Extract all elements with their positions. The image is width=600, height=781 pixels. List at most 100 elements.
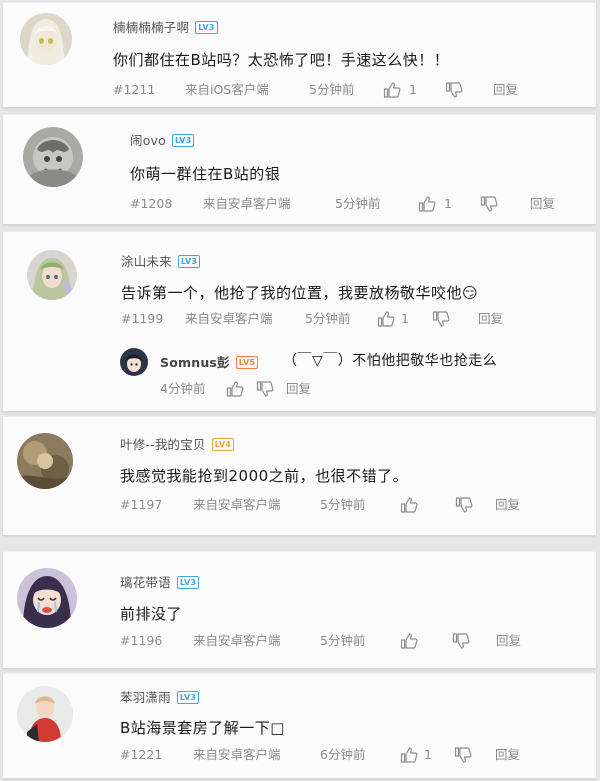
reply-button[interactable]: 回复 [495,746,520,764]
username-text[interactable]: 楠楠楠楠子啊 [113,20,189,35]
comment-card: 叶修--我的宝贝 LV4 我感觉我能抢到2000之前，也很不错了。 #1197 来… [3,416,596,536]
username[interactable]: 苯羽潇雨 LV3 [120,687,200,706]
reply-button[interactable]: 回复 [478,310,503,328]
comment-text: 你们都住在B站吗？太恐怖了吧！手速这么快！！ [113,51,450,69]
comment-meta: #1196 来自安卓客户端 5分钟前 回复 [120,632,580,650]
reply-button[interactable]: 回复 [530,195,555,213]
level-badge: LV3 [172,134,195,147]
floor-number: #1208 [130,196,173,211]
like-count: 1 [444,196,452,211]
user-avatar[interactable] [120,348,148,376]
crying-anime-avatar [17,568,77,628]
dark-hair-avatar [120,348,148,376]
username-text[interactable]: 闹ovo [130,133,166,148]
thumb-up-icon[interactable] [400,497,418,513]
user-avatar[interactable] [23,127,83,187]
reply-text: （￣▽￣）不怕他把敬华也抢走么 [283,353,498,369]
comment-card: 楠楠楠楠子啊 LV3 你们都住在B站吗？太恐怖了吧！手速这么快！！ #1211 来… [3,2,596,108]
comment-card: 涂山未来 LV3 告诉第一个，他抢了我的位置，我要放杨敬华咬他😏 #1199 来自… [3,231,596,412]
anime-green-avatar [27,250,77,300]
level-badge: LV3 [176,691,200,704]
thumb-down-icon[interactable] [480,196,498,212]
comment-card: 璃花带语 LV3 前排没了 #1196 来自安卓客户端 5分钟前 回复 [3,551,596,669]
floor-number: #1196 [120,633,163,648]
user-avatar[interactable] [20,13,72,65]
reply-button[interactable]: 回复 [495,496,520,514]
floor-number: #1221 [120,747,163,762]
reply-meta: 4分钟前 回复 [160,380,460,398]
client-source: 来自安卓客户端 [193,747,281,762]
thumb-down-icon[interactable] [256,381,274,397]
comment-meta: #1197 来自安卓客户端 5分钟前 回复 [120,496,580,514]
floor-number: #1199 [121,311,164,326]
thumb-up-icon[interactable] [400,747,418,763]
username-text[interactable]: 苯羽潇雨 [120,690,171,705]
thumb-down-icon[interactable] [452,633,470,649]
username-text[interactable]: 涂山未来 [121,254,172,269]
user-avatar[interactable] [17,433,73,489]
username[interactable]: 涂山未来 LV3 [121,251,201,270]
thumb-down-icon[interactable] [454,747,472,763]
reply-username[interactable]: Somnus彭 LV5 [160,352,259,371]
comment-meta: #1208 来自安卓客户端 5分钟前 1 回复 [130,195,590,213]
client-source: 来自安卓客户端 [185,311,273,326]
anime-girl-white-hair-avatar [20,13,72,65]
like-count: 1 [424,747,432,762]
reply-button[interactable]: 回复 [493,81,518,99]
thumb-up-icon[interactable] [377,311,395,327]
client-source: 来自安卓客户端 [203,196,291,211]
comment-meta: #1221 来自安卓客户端 6分钟前 1 回复 [120,746,580,764]
brown-blur-avatar [17,433,73,489]
username[interactable]: 叶修--我的宝贝 LV4 [120,434,234,453]
username[interactable]: 楠楠楠楠子啊 LV3 [113,17,218,36]
red-shirt-boy-avatar [17,686,73,742]
post-time: 5分钟前 [309,82,355,97]
comment-text: 你萌一群住在B站的银 [130,165,281,183]
reply-button[interactable]: 回复 [286,380,311,398]
grey-sketch-avatar [23,127,83,187]
level-badge: LV3 [195,21,218,34]
username[interactable]: 闹ovo LV3 [130,130,195,149]
thumb-down-icon[interactable] [432,311,450,327]
username[interactable]: 璃花带语 LV3 [120,572,200,591]
comment-card: 苯羽潇雨 LV3 B站海景套房了解一下□ #1221 来自安卓客户端 6分钟前 1… [3,673,596,779]
comment-meta: #1199 来自安卓客户端 5分钟前 1 回复 [121,310,581,328]
thumb-up-icon[interactable] [383,82,401,98]
post-time: 4分钟前 [160,381,206,396]
username-text[interactable]: 叶修--我的宝贝 [120,437,206,452]
level-badge: LV5 [235,356,259,369]
thumb-up-icon[interactable] [418,196,436,212]
client-source: 来自安卓客户端 [193,497,281,512]
user-avatar[interactable] [17,568,77,628]
thumb-down-icon[interactable] [445,82,463,98]
comment-text: 前排没了 [120,605,183,623]
user-avatar[interactable] [27,250,77,300]
post-time: 5分钟前 [335,196,381,211]
floor-number: #1197 [120,497,163,512]
comment-card: 闹ovo LV3 你萌一群住在B站的银 #1208 来自安卓客户端 5分钟前 1 … [3,114,596,225]
like-count: 1 [409,82,417,97]
comment-text: 告诉第一个，他抢了我的位置，我要放杨敬华咬他😏 [121,284,479,302]
user-avatar[interactable] [17,686,73,742]
comment-meta: #1211 来自iOS客户端 5分钟前 1 回复 [113,81,593,99]
post-time: 5分钟前 [320,633,366,648]
post-time: 5分钟前 [305,311,351,326]
client-source: 来自安卓客户端 [193,633,281,648]
like-count: 1 [401,311,409,326]
username-text[interactable]: 璃花带语 [120,575,171,590]
reply-button[interactable]: 回复 [496,632,521,650]
level-badge: LV3 [177,255,201,268]
post-time: 6分钟前 [320,747,366,762]
comment-text: 我感觉我能抢到2000之前，也很不错了。 [120,467,409,485]
level-badge: LV3 [176,576,200,589]
client-source: 来自iOS客户端 [185,82,269,97]
reply-item: Somnus彭 LV5 （￣▽￣）不怕他把敬华也抢走么 4分钟前 回复 [3,336,596,406]
post-time: 5分钟前 [320,497,366,512]
thumb-up-icon[interactable] [226,381,244,397]
comment-text: B站海景套房了解一下□ [120,719,285,737]
floor-number: #1211 [113,82,156,97]
username-text[interactable]: Somnus彭 [160,355,230,370]
thumb-down-icon[interactable] [455,497,473,513]
thumb-up-icon[interactable] [400,633,418,649]
level-badge: LV4 [211,438,234,451]
